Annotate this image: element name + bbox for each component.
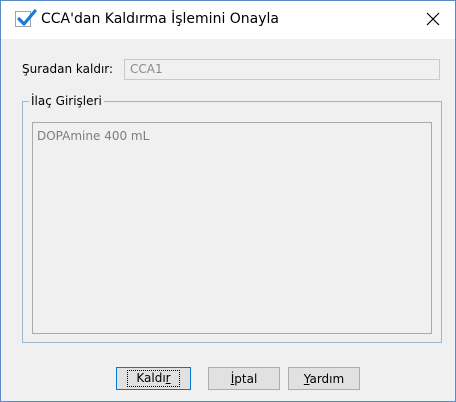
dialog-title: CCA'dan Kaldırma İşlemini Onayla — [41, 11, 280, 27]
cancel-button-label: İptal — [230, 371, 258, 386]
remove-button[interactable]: Kaldır — [116, 367, 191, 390]
list-item: DOPAmine 400 mL — [37, 129, 150, 143]
source-row: Şuradan kaldır: CCA1 — [22, 59, 442, 81]
confirm-remove-dialog: CCA'dan Kaldırma İşlemini Onayla Şuradan… — [0, 0, 456, 402]
drug-entries-list: DOPAmine 400 mL — [32, 122, 432, 334]
cancel-button[interactable]: İptal — [208, 367, 280, 390]
help-button[interactable]: Yardım — [288, 367, 360, 390]
close-button[interactable] — [411, 1, 455, 39]
source-label: Şuradan kaldır: — [22, 62, 114, 76]
drug-entries-group: İlaç Girişleri DOPAmine 400 mL — [22, 94, 442, 343]
checkbox-checked-icon — [15, 9, 37, 27]
title-bar: CCA'dan Kaldırma İşlemini Onayla — [1, 1, 455, 39]
remove-button-label: Kaldır — [127, 370, 180, 387]
drug-entries-legend: İlaç Girişleri — [29, 94, 104, 108]
source-field: CCA1 — [124, 59, 440, 80]
close-icon — [426, 12, 440, 29]
help-button-label: Yardım — [303, 371, 345, 386]
